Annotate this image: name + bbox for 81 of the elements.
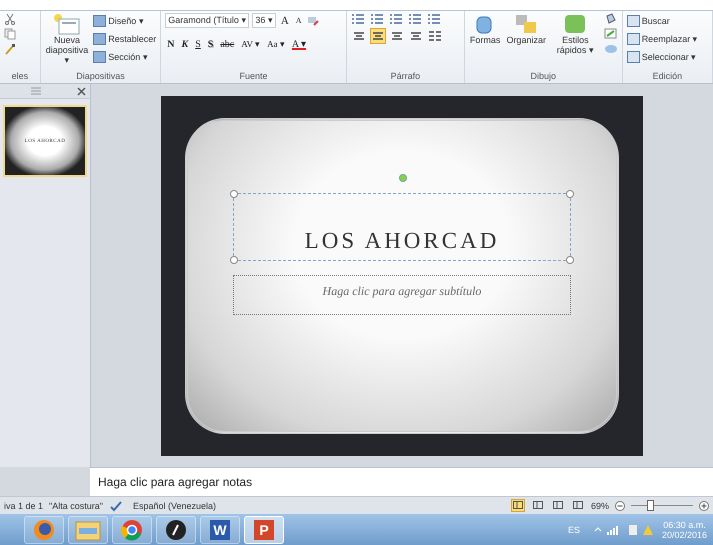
font-size-field[interactable]: 36 ▾ — [252, 13, 276, 28]
format-button[interactable]: S — [206, 38, 216, 50]
spellcheck-icon[interactable] — [108, 500, 123, 512]
align-icon — [390, 32, 403, 42]
format-button[interactable]: A ▾ — [290, 38, 308, 50]
group-label: Edición — [652, 71, 684, 83]
ribbon-button[interactable]: Sección ▾ — [93, 49, 156, 64]
format-button[interactable]: Aa ▾ — [265, 39, 287, 49]
list-icon[interactable] — [350, 13, 367, 25]
ribbon-button[interactable]: Estilos rápidos ▾ — [550, 13, 600, 55]
view-button[interactable] — [550, 499, 565, 512]
new-slide-button[interactable]: Nueva diapositiva ▾ — [44, 13, 90, 65]
stacked-squares-icon — [514, 13, 538, 35]
folder-icon — [75, 518, 101, 540]
ribbon-button[interactable]: Seleccionar ▾ — [626, 49, 698, 64]
ring-icon — [120, 518, 144, 542]
ribbon-button[interactable]: Restablecer — [93, 31, 156, 46]
language-label[interactable]: Español (Venezuela) — [132, 500, 216, 510]
group-label: Fuente — [238, 71, 269, 83]
theme-name: "Alta costura" — [49, 500, 103, 510]
swatch-icon — [563, 13, 588, 35]
resize-handle[interactable] — [230, 256, 238, 264]
align-icon — [352, 32, 365, 42]
ribbon-button[interactable]: Buscar — [626, 13, 698, 28]
ring-app-button[interactable] — [112, 516, 152, 544]
globe-app-button[interactable] — [24, 516, 64, 544]
globe-icon — [32, 518, 56, 542]
clear-format-icon[interactable] — [306, 14, 319, 26]
slide-counter: iva 1 de 1 — [4, 500, 44, 510]
disc-icon — [164, 518, 188, 542]
format-button[interactable]: S — [193, 38, 203, 50]
view-icon — [552, 501, 563, 509]
zoom-level[interactable]: 69% — [590, 500, 609, 510]
list-icon[interactable] — [408, 13, 424, 25]
columns-icon[interactable] — [426, 30, 443, 42]
slide-title: LOS AHORCAD — [304, 228, 500, 254]
format-button[interactable]: N — [165, 38, 177, 50]
slider-thumb[interactable] — [646, 500, 654, 511]
align-button[interactable] — [370, 28, 386, 44]
close-icon[interactable] — [77, 86, 86, 96]
view-icon — [572, 501, 583, 509]
view-button[interactable] — [510, 499, 525, 512]
align-icon — [410, 32, 422, 42]
subtitle-prompt: Haga clic para agregar subtítulo — [322, 284, 482, 300]
format-button[interactable]: K — [180, 38, 190, 50]
subtitle-box[interactable]: Haga clic para agregar subtítulo — [233, 275, 571, 315]
view-icon — [532, 501, 543, 509]
zoom-in-icon[interactable] — [699, 500, 709, 510]
format-button[interactable]: abc — [218, 38, 236, 50]
group-label: eles — [10, 71, 30, 83]
view-button[interactable] — [530, 499, 545, 512]
group-label: Dibujo — [530, 71, 558, 83]
ribbon-button[interactable]: Diseño ▾ — [93, 13, 156, 28]
rotate-handle[interactable] — [399, 174, 407, 182]
scissors-icon[interactable] — [4, 13, 16, 25]
brush-icon[interactable] — [4, 43, 16, 55]
copy-icon[interactable] — [4, 28, 16, 40]
list-icon[interactable] — [388, 13, 405, 25]
group-label: Diapositivas — [75, 71, 126, 83]
resize-handle[interactable] — [566, 190, 574, 198]
resize-handle[interactable] — [230, 190, 238, 198]
ribbon-button[interactable]: Organizar — [505, 13, 547, 45]
zoom-out-icon[interactable] — [615, 500, 625, 510]
slide-icon — [53, 13, 81, 35]
document-app-button[interactable]: W — [200, 516, 240, 544]
view-button[interactable] — [570, 499, 585, 512]
ribbon-button[interactable]: Formas — [468, 13, 502, 45]
view-icon — [512, 501, 523, 509]
font-name-field[interactable]: Garamond (Título ▾ — [165, 13, 250, 28]
resize-handle[interactable] — [566, 256, 574, 264]
disc-app-button[interactable] — [156, 516, 196, 544]
format-button[interactable]: AV ▾ — [239, 39, 262, 49]
list-icon[interactable] — [370, 13, 386, 25]
list-icon[interactable] — [426, 13, 443, 25]
group-label: Párrafo — [390, 71, 422, 83]
document-app-button[interactable]: P — [244, 516, 284, 544]
grow-font-button[interactable]: A — [278, 14, 291, 26]
ribbon-button[interactable]: Reemplazar ▾ — [626, 31, 698, 46]
align-icon — [372, 32, 384, 42]
shrink-font-button[interactable]: A — [294, 16, 304, 25]
notes-field[interactable]: Haga clic para agregar notas — [90, 468, 713, 496]
